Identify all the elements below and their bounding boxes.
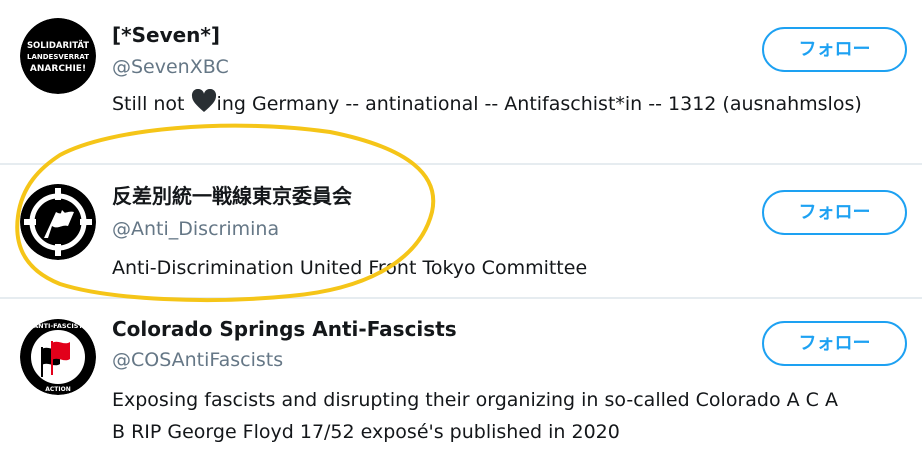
user-handle[interactable]: @SevenXBC <box>112 54 229 80</box>
user-bio: Still not ing Germany -- antinational --… <box>112 88 912 146</box>
user-card[interactable]: 反差別統一戦線東京委員会 @Anti_Discrimina Anti-Discr… <box>0 165 922 299</box>
user-display-name[interactable]: 反差別統一戦線東京委員会 <box>112 183 352 209</box>
avatar-text-line: SOLIDARITÄT <box>27 40 89 51</box>
user-card[interactable]: ANTI-FASCIST ACTION Colorado Springs Ant… <box>0 299 922 463</box>
avatar-bottom-text: ACTION <box>45 386 71 393</box>
avatar[interactable] <box>20 184 96 260</box>
user-handle[interactable]: @Anti_Discrimina <box>112 216 279 242</box>
bio-text: Still not <box>112 93 191 115</box>
user-bio: Anti-Discrimination United Front Tokyo C… <box>112 257 588 279</box>
follow-button[interactable]: フォロー <box>762 190 907 235</box>
avatar-text-line: ANARCHIE! <box>30 64 86 74</box>
user-display-name[interactable]: [*Seven*] <box>112 22 220 48</box>
bio-text: ing Germany -- antinational -- Antifasch… <box>216 93 862 115</box>
follow-button[interactable]: フォロー <box>762 321 907 366</box>
bio-line: Exposing fascists and disrupting their o… <box>112 389 838 411</box>
avatar[interactable]: SOLIDARITÄT LANDESVERRAT ANARCHIE! <box>20 18 96 94</box>
black-heart-icon <box>191 88 217 123</box>
avatar-text-line: LANDESVERRAT <box>27 53 89 61</box>
avatar-top-text: ANTI-FASCIST <box>33 322 83 330</box>
avatar[interactable]: ANTI-FASCIST ACTION <box>20 319 96 395</box>
user-handle[interactable]: @COSAntiFascists <box>112 347 283 373</box>
bio-line: B RIP George Floyd 17/52 exposé's publis… <box>112 421 620 443</box>
antifa-crosshair-flag-icon <box>20 184 96 260</box>
user-bio: Exposing fascists and disrupting their o… <box>112 384 912 448</box>
follow-button[interactable]: フォロー <box>762 27 907 72</box>
follow-suggestions-list: SOLIDARITÄT LANDESVERRAT ANARCHIE! [*Sev… <box>0 0 922 463</box>
user-display-name[interactable]: Colorado Springs Anti-Fascists <box>112 316 457 342</box>
user-card[interactable]: SOLIDARITÄT LANDESVERRAT ANARCHIE! [*Sev… <box>0 0 922 165</box>
